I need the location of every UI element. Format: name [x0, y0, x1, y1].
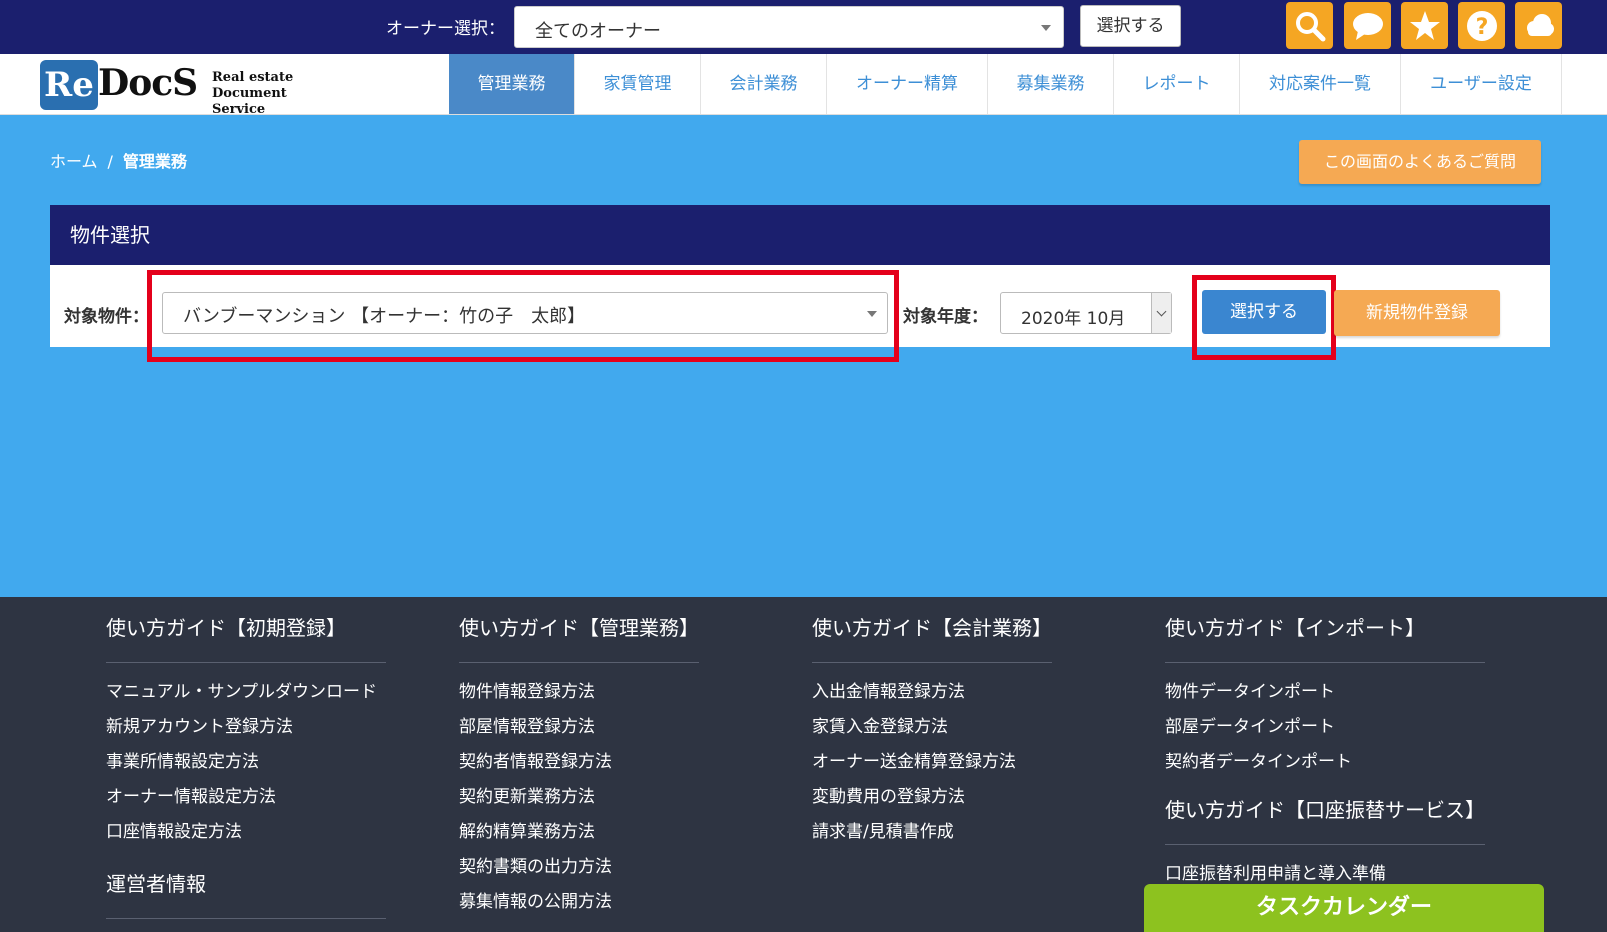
nav-tab-rent[interactable]: 家賃管理: [575, 54, 701, 114]
redocs-logo[interactable]: Re DocS Real estate Document Service: [40, 60, 340, 117]
owner-select-button[interactable]: 選択する: [1080, 5, 1181, 47]
breadcrumb-home[interactable]: ホーム: [50, 152, 98, 171]
footer-link[interactable]: 物件情報登録方法: [459, 675, 699, 710]
footer-link[interactable]: 契約更新業務方法: [459, 780, 699, 815]
owner-select-value: 全てのオーナー: [535, 21, 661, 42]
nav-tab-recruitment[interactable]: 募集業務: [988, 54, 1114, 114]
owner-select-label: オーナー選択：: [386, 19, 505, 39]
favorite-button[interactable]: [1401, 2, 1448, 49]
footer-link[interactable]: 契約者情報登録方法: [459, 745, 699, 780]
footer-link[interactable]: 新規アカウント登録方法: [106, 710, 386, 745]
footer-column-management: 使い方ガイド【管理業務】 物件情報登録方法 部屋情報登録方法 契約者情報登録方法…: [459, 612, 699, 920]
footer-link[interactable]: 物件データインポート: [1165, 675, 1485, 710]
logo-re: Re: [40, 60, 98, 110]
footer-divider: [812, 662, 1052, 663]
footer-link[interactable]: 募集情報の公開方法: [459, 885, 699, 920]
logo-tagline: Real estate Document Service: [212, 70, 340, 118]
highlight-box-property: [147, 270, 899, 362]
footer-link[interactable]: 家賃入金登録方法: [812, 710, 1052, 745]
search-button[interactable]: [1286, 2, 1333, 49]
new-property-button[interactable]: 新規物件登録: [1334, 290, 1500, 336]
search-icon: [1295, 11, 1325, 41]
footer-heading: 使い方ガイド【インポート】: [1165, 616, 1425, 640]
year-select-value: 2020年 10月: [1021, 309, 1126, 329]
footer-column-accounting: 使い方ガイド【会計業務】 入出金情報登録方法 家賃入金登録方法 オーナー送金精算…: [812, 612, 1052, 850]
property-label: 対象物件：: [64, 307, 149, 327]
nav-tab-owner-settlement[interactable]: オーナー精算: [827, 54, 988, 114]
footer-link[interactable]: 部屋データインポート: [1165, 710, 1485, 745]
footer-divider: [106, 662, 386, 663]
footer-divider: [106, 918, 386, 919]
nav-tab-user-settings[interactable]: ユーザー設定: [1401, 54, 1562, 114]
footer-link[interactable]: オーナー送金精算登録方法: [812, 745, 1052, 780]
top-bar: オーナー選択： 全てのオーナー 選択する ?: [0, 0, 1607, 54]
breadcrumb: ホーム / 管理業務: [50, 148, 187, 172]
owner-select[interactable]: 全てのオーナー: [514, 6, 1064, 48]
faq-button[interactable]: この画面のよくあるご質問: [1299, 140, 1541, 184]
highlight-box-select: [1192, 275, 1336, 360]
year-select-arrow[interactable]: [1151, 293, 1171, 333]
logo-docs: DocS: [98, 62, 198, 104]
footer-link[interactable]: 解約精算業務方法: [459, 815, 699, 850]
footer-link[interactable]: オーナー情報設定方法: [106, 780, 386, 815]
year-select[interactable]: 2020年 10月: [1000, 292, 1172, 334]
nav-tab-cases[interactable]: 対応案件一覧: [1240, 54, 1401, 114]
star-icon: [1409, 10, 1440, 40]
breadcrumb-current: 管理業務: [122, 152, 187, 171]
footer-divider: [1165, 662, 1485, 663]
footer-link[interactable]: 部屋情報登録方法: [459, 710, 699, 745]
year-label: 対象年度：: [903, 307, 988, 327]
task-calendar-button[interactable]: タスクカレンダー: [1144, 884, 1544, 932]
footer-link[interactable]: マニュアル・サンプルダウンロード: [106, 675, 386, 710]
footer-heading: 使い方ガイド【管理業務】: [459, 616, 699, 640]
footer-link[interactable]: 請求書/見積書作成: [812, 815, 1052, 850]
chevron-down-icon: [1156, 306, 1167, 317]
footer-link[interactable]: 変動費用の登録方法: [812, 780, 1052, 815]
nav-tab-report[interactable]: レポート: [1114, 54, 1240, 114]
footer-link[interactable]: 契約者データインポート: [1165, 745, 1485, 780]
nav-tab-accounting[interactable]: 会計業務: [701, 54, 827, 114]
logo-tagline-line2: Document Service: [212, 86, 287, 117]
help-icon: ?: [1466, 10, 1497, 41]
footer-link[interactable]: 入出金情報登録方法: [812, 675, 1052, 710]
cloud-icon: [1526, 13, 1554, 36]
footer-link[interactable]: 契約書類の出力方法: [459, 850, 699, 885]
footer-divider: [459, 662, 699, 663]
chat-button[interactable]: [1344, 2, 1391, 49]
footer-heading-operator[interactable]: 運営者情報: [106, 868, 386, 898]
nav-tab-management[interactable]: 管理業務: [449, 54, 575, 114]
svg-text:?: ?: [1475, 15, 1488, 40]
footer-heading: 使い方ガイド【口座振替サービス】: [1165, 798, 1485, 822]
footer-column-initial: 使い方ガイド【初期登録】 マニュアル・サンプルダウンロード 新規アカウント登録方…: [106, 612, 386, 931]
panel-title: 物件選択: [50, 205, 1550, 265]
footer-heading: 使い方ガイド【初期登録】: [106, 616, 346, 640]
footer-divider: [1165, 844, 1485, 845]
chat-icon: [1352, 12, 1383, 40]
footer-link[interactable]: 事業所情報設定方法: [106, 745, 386, 780]
logo-tagline-line1: Real estate: [212, 70, 294, 85]
footer-column-import: 使い方ガイド【インポート】 物件データインポート 部屋データインポート 契約者デ…: [1165, 612, 1485, 892]
cloud-button[interactable]: [1515, 2, 1562, 49]
footer-heading: 使い方ガイド【会計業務】: [812, 616, 1052, 640]
breadcrumb-separator: /: [107, 152, 113, 171]
main-nav: Re DocS Real estate Document Service 管理業…: [0, 54, 1607, 117]
footer-link[interactable]: 口座情報設定方法: [106, 815, 386, 850]
caret-down-icon: [1041, 25, 1051, 31]
help-button[interactable]: ?: [1458, 2, 1505, 49]
